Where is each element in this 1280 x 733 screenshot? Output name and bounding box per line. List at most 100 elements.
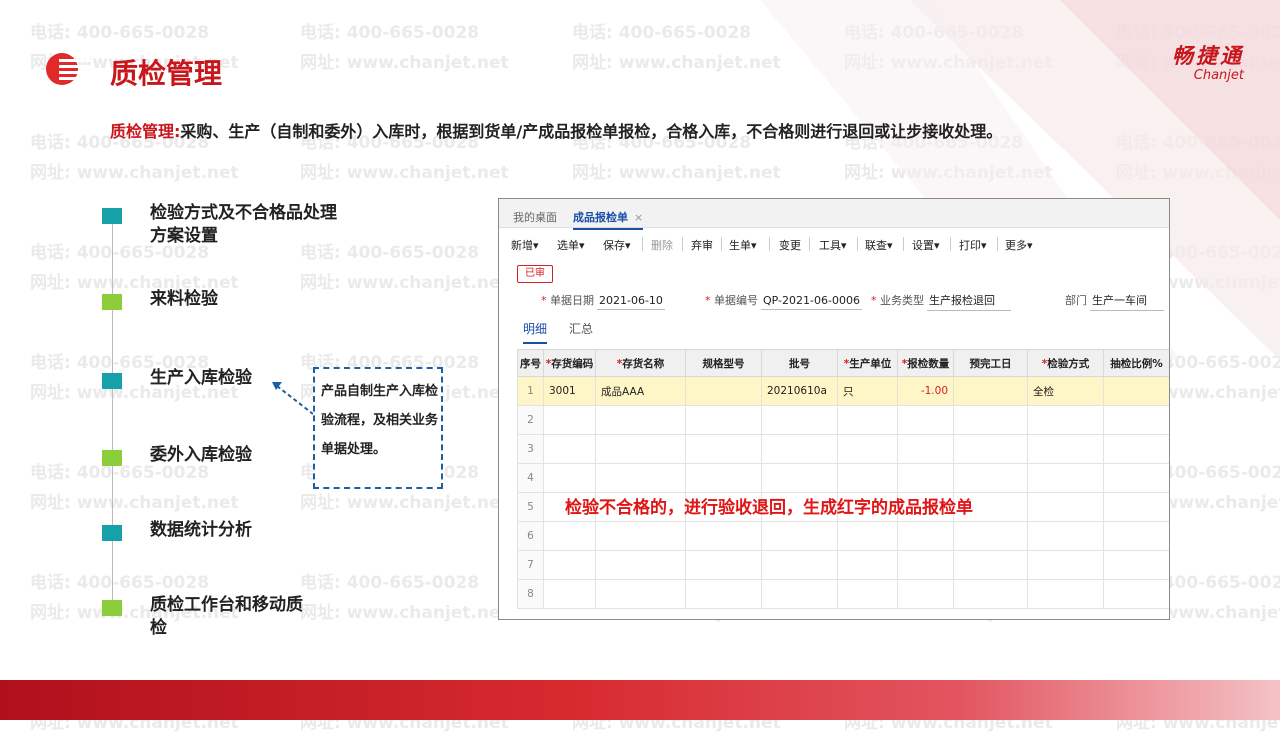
table-row[interactable]: 3 xyxy=(517,434,1169,464)
grid-header: 序号 *存货编码 *存货名称 规格型号 批号 *生产单位 *报检数量 预完工日 … xyxy=(517,349,1169,377)
table-row[interactable]: 7 xyxy=(517,550,1169,580)
column-header: *生产单位 xyxy=(837,349,898,377)
callout-text: 产品自制生产入库检验流程，及相关业务单据处理。 xyxy=(321,384,439,457)
cell-spec[interactable] xyxy=(685,376,762,406)
tab-summary[interactable]: 汇总 xyxy=(569,320,593,337)
column-header: *报检数量 xyxy=(897,349,954,377)
select-button[interactable]: 选单▾ xyxy=(557,237,585,253)
brand-name-en: Chanjet xyxy=(1193,68,1244,83)
description-text: 采购、生产（自制和委外）入库时，根据到货单/产成品报检单报检，合格入库，不合格则… xyxy=(180,122,1003,141)
step-marker xyxy=(102,373,122,389)
brand-name-cn: 畅捷通 xyxy=(1172,44,1244,68)
tools-button[interactable]: 工具▾ xyxy=(819,237,847,253)
generate-button[interactable]: 生单▾ xyxy=(729,237,757,253)
table-row[interactable]: 4 xyxy=(517,463,1169,493)
watermark-text: 网址: www.chanjet.net xyxy=(30,493,239,513)
table-row[interactable]: 1 3001 成品AAA 20210610a 只 -1.00 全检 xyxy=(517,376,1169,406)
table-row[interactable]: 6 xyxy=(517,521,1169,551)
step-label: 检验方式及不合格品处理方案设置 xyxy=(150,203,337,246)
app-window: 我的桌面 成品报检单 × 新增▾ 选单▾ 保存▾ 删除 弃审 生单▾ 变更 工具▾… xyxy=(498,198,1170,620)
column-header: 规格型号 xyxy=(685,349,762,377)
business-type-field[interactable]: * 业务类型 生产报检退回 xyxy=(871,292,1011,311)
column-header: 批号 xyxy=(761,349,838,377)
step-marker xyxy=(102,294,122,310)
watermark-text: 电话: 400-665-0028 xyxy=(300,23,480,43)
tab-detail[interactable]: 明细 xyxy=(523,320,548,344)
column-header: *存货名称 xyxy=(595,349,686,377)
tab-bar: 我的桌面 成品报检单 × xyxy=(499,199,1169,230)
description-keyword: 质检管理: xyxy=(110,122,181,141)
table-row[interactable]: 2 xyxy=(517,405,1169,435)
doc-date-field[interactable]: * 单据日期 2021-06-10 xyxy=(541,292,665,310)
toolbar-divider xyxy=(721,237,722,251)
close-icon[interactable]: × xyxy=(634,211,643,224)
change-button[interactable]: 变更 xyxy=(779,237,801,253)
step-label: 质检工作台和移动质检 xyxy=(150,595,303,638)
page-title: 质检管理 xyxy=(110,57,223,90)
cell-name[interactable]: 成品AAA xyxy=(595,376,686,406)
column-header: *检验方式 xyxy=(1027,349,1104,377)
toolbar-divider xyxy=(903,237,904,251)
toolbar: 新增▾ 选单▾ 保存▾ 删除 弃审 生单▾ 变更 工具▾ 联查▾ 设置▾ 打印▾… xyxy=(499,229,1169,257)
step-label: 来料检验 xyxy=(150,289,218,309)
watermark-text: 电话: 400-665-0028 xyxy=(30,573,210,593)
toolbar-divider xyxy=(809,237,810,251)
description: 质检管理:采购、生产（自制和委外）入库时，根据到货单/产成品报检单报检，合格入库… xyxy=(110,118,1002,142)
cell-code[interactable]: 3001 xyxy=(543,376,596,406)
brand-logo: 畅捷通 Chanjet xyxy=(1172,40,1244,83)
tab-my-desktop[interactable]: 我的桌面 xyxy=(513,209,557,225)
save-button[interactable]: 保存▾ xyxy=(603,237,631,253)
cell-batch[interactable]: 20210610a xyxy=(761,376,838,406)
toolbar-divider xyxy=(769,237,770,251)
status-badge: 已审 xyxy=(517,265,553,283)
print-button[interactable]: 打印▾ xyxy=(959,237,987,253)
cell-qty[interactable]: -1.00 xyxy=(897,376,954,406)
doc-number-field[interactable]: * 单据编号 QP-2021-06-0006 xyxy=(705,292,862,310)
new-button[interactable]: 新增▾ xyxy=(511,237,539,253)
step-marker xyxy=(102,525,122,541)
column-header: 序号 xyxy=(517,349,544,377)
toolbar-divider xyxy=(997,237,998,251)
toolbar-divider xyxy=(950,237,951,251)
inspection-grid: 序号 *存货编码 *存货名称 规格型号 批号 *生产单位 *报检数量 预完工日 … xyxy=(517,349,1169,609)
toolbar-divider xyxy=(642,237,643,251)
cell-method[interactable]: 全检 xyxy=(1027,376,1104,406)
timeline-line xyxy=(112,218,113,610)
tab-inspection-form[interactable]: 成品报检单 × xyxy=(573,209,644,230)
callout-connector xyxy=(272,382,314,415)
settings-button[interactable]: 设置▾ xyxy=(912,237,940,253)
watermark-text: 网址: www.chanjet.net xyxy=(30,163,239,183)
more-button[interactable]: 更多▾ xyxy=(1005,237,1033,253)
watermark-text: 网址: www.chanjet.net xyxy=(300,163,509,183)
table-row[interactable]: 8 xyxy=(517,579,1169,609)
watermark-text: 网址: www.chanjet.net xyxy=(300,493,509,513)
step-marker xyxy=(102,208,122,224)
cell-ratio[interactable] xyxy=(1103,376,1169,406)
footer-band xyxy=(0,680,1280,720)
column-header: 抽检比例% xyxy=(1103,349,1169,377)
watermark-text: 网址: www.chanjet.net xyxy=(572,53,781,73)
toolbar-divider xyxy=(682,237,683,251)
department-field[interactable]: 部门 生产一车间 xyxy=(1065,292,1164,311)
step-marker xyxy=(102,450,122,466)
callout-box: 产品自制生产入库检验流程，及相关业务单据处理。 xyxy=(313,367,443,489)
tab-label: 成品报检单 xyxy=(573,211,628,224)
watermark-text: 电话: 400-665-0028 xyxy=(300,573,480,593)
toolbar-divider xyxy=(857,237,858,251)
step-label: 数据统计分析 xyxy=(150,520,252,540)
watermark-text: 网址: www.chanjet.net xyxy=(572,163,781,183)
unaudit-button[interactable]: 弃审 xyxy=(691,237,713,253)
link-query-button[interactable]: 联查▾ xyxy=(865,237,893,253)
delete-button[interactable]: 删除 xyxy=(651,237,673,253)
cell-unit[interactable]: 只 xyxy=(837,376,898,406)
watermark-text: 网址: www.chanjet.net xyxy=(300,603,509,623)
column-header: 预完工日 xyxy=(953,349,1028,377)
watermark-text: 电话: 400-665-0028 xyxy=(30,23,210,43)
cell-date[interactable] xyxy=(953,376,1028,406)
step-marker xyxy=(102,600,122,616)
column-header: *存货编码 xyxy=(543,349,596,377)
watermark-text: 网址: www.chanjet.net xyxy=(300,53,509,73)
annotation-note: 检验不合格的，进行验收退回，生成红字的成品报检单 xyxy=(565,498,973,518)
watermark-text: 电话: 400-665-0028 xyxy=(572,23,752,43)
chanjet-logo-icon xyxy=(46,53,93,85)
